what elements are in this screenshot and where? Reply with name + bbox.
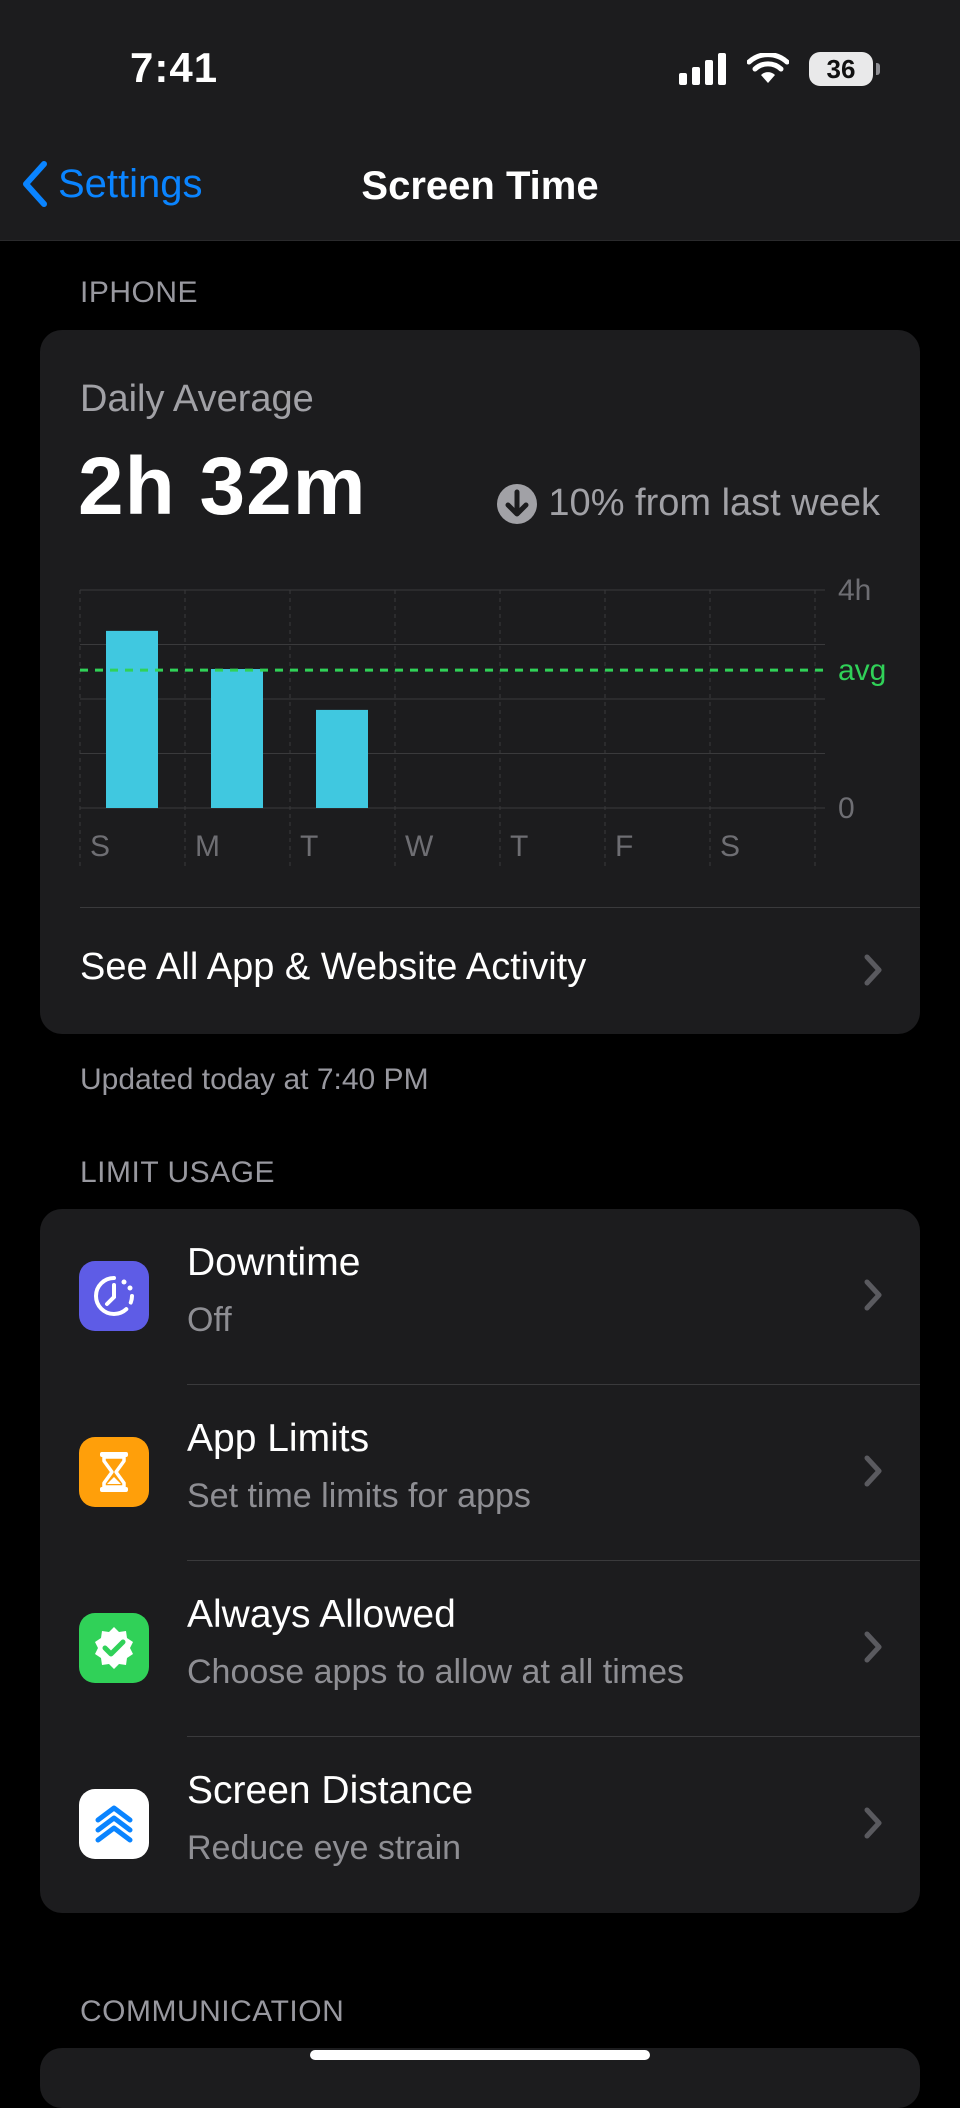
home-indicator[interactable] (310, 2050, 650, 2060)
always-allowed-row[interactable]: Always Allowed Choose apps to allow at a… (40, 1561, 920, 1737)
downtime-icon (79, 1261, 149, 1331)
status-bar: 7:41 36 (0, 0, 960, 130)
app-limits-row[interactable]: App Limits Set time limits for apps (40, 1385, 920, 1561)
app-limits-subtitle: Set time limits for apps (187, 1477, 531, 1515)
cellular-signal-icon (679, 53, 726, 85)
chevron-right-icon (864, 1455, 882, 1487)
page-title: Screen Time (361, 164, 599, 208)
bar-1 (211, 669, 263, 808)
battery-indicator: 36 (809, 52, 880, 86)
updated-timestamp: Updated today at 7:40 PM (80, 1063, 429, 1096)
y-tick-label-max: 4h (838, 574, 871, 607)
screen-distance-icon (79, 1789, 149, 1859)
status-time: 7:41 (130, 44, 219, 91)
battery-level: 36 (809, 52, 873, 86)
screen-distance-title: Screen Distance (187, 1769, 474, 1812)
limit-usage-card: Downtime Off App Limits Set time limits … (40, 1209, 920, 1913)
y-tick-label-min: 0 (838, 792, 855, 825)
see-all-activity-label: See All App & Website Activity (80, 946, 587, 988)
navigation-bar: Settings Screen Time (0, 130, 960, 241)
x-tick-label-3: W (405, 830, 434, 863)
x-tick-label-0: S (90, 830, 110, 863)
checkmark-badge-icon (79, 1613, 149, 1683)
battery-nub (876, 63, 880, 75)
downtime-subtitle: Off (187, 1301, 232, 1339)
bar-0 (106, 630, 158, 808)
downtime-row[interactable]: Downtime Off (40, 1209, 920, 1385)
section-header-communication: COMMUNICATION (80, 1995, 345, 2028)
daily-usage-chart[interactable]: 4h avg 0 S M T W T F S (40, 330, 920, 890)
wifi-icon (747, 53, 789, 83)
always-allowed-title: Always Allowed (187, 1593, 456, 1636)
downtime-title: Downtime (187, 1241, 361, 1284)
x-tick-label-2: T (300, 830, 318, 863)
bar-2 (316, 709, 368, 808)
x-tick-label-5: F (615, 830, 633, 863)
section-header-limit-usage: LIMIT USAGE (80, 1156, 275, 1189)
app-limits-title: App Limits (187, 1417, 370, 1460)
always-allowed-subtitle: Choose apps to allow at all times (187, 1653, 685, 1691)
x-tick-label-1: M (195, 830, 220, 863)
chevron-right-icon (864, 1631, 882, 1663)
screen-distance-row[interactable]: Screen Distance Reduce eye strain (40, 1737, 920, 1913)
status-icons: 36 (679, 52, 880, 86)
chevron-right-icon (864, 954, 882, 986)
hourglass-icon (79, 1437, 149, 1507)
see-all-activity-row[interactable]: See All App & Website Activity (40, 908, 920, 1034)
chevron-right-icon (864, 1807, 882, 1839)
y-tick-label-avg: avg (838, 654, 886, 687)
section-header-iphone: IPHONE (80, 276, 199, 309)
x-tick-label-6: S (720, 830, 740, 863)
chevron-right-icon (864, 1279, 882, 1311)
daily-average-card: Daily Average 2h 32m 10% from last week … (40, 330, 920, 1034)
x-tick-label-4: T (510, 830, 528, 863)
screen-distance-subtitle: Reduce eye strain (187, 1829, 462, 1867)
